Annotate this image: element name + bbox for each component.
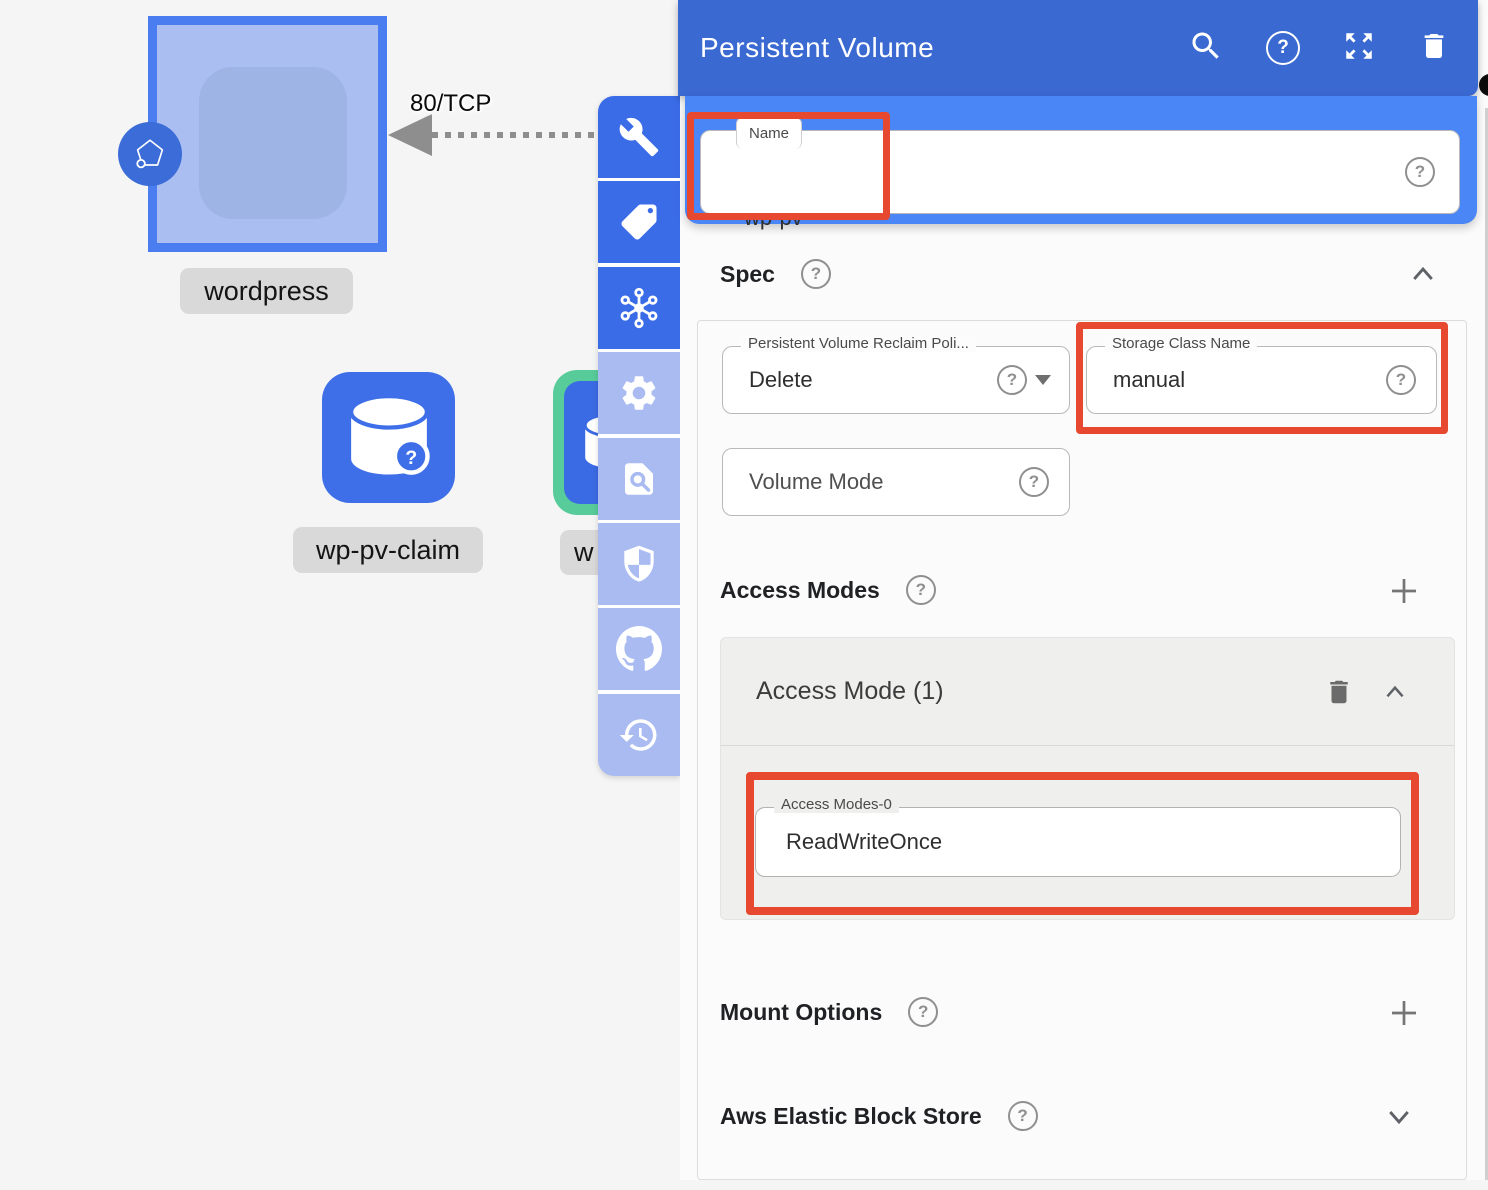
chevron-up-icon bbox=[1382, 681, 1408, 703]
spec-section-title: Spec bbox=[720, 261, 775, 288]
node-wordpress-inner bbox=[199, 67, 347, 219]
trash-icon bbox=[1418, 29, 1450, 63]
history-tool-button[interactable] bbox=[598, 694, 680, 776]
name-field-highlight bbox=[687, 112, 890, 220]
volume-mode-input[interactable]: Volume Mode ? bbox=[722, 448, 1070, 516]
shield-icon bbox=[618, 543, 660, 585]
storage-class-value: manual bbox=[1113, 347, 1185, 413]
edge-dotted-line bbox=[432, 132, 598, 138]
search-button[interactable] bbox=[1188, 28, 1224, 69]
hub-tool-button[interactable] bbox=[598, 267, 680, 349]
access-mode-card-title: Access Mode (1) bbox=[756, 677, 944, 706]
history-icon bbox=[618, 714, 660, 756]
hub-icon bbox=[617, 286, 661, 330]
help-icon[interactable]: ? bbox=[1386, 365, 1416, 395]
help-icon[interactable]: ? bbox=[1405, 157, 1435, 187]
edge-arrowhead-icon bbox=[388, 114, 432, 156]
storage-class-input[interactable]: Storage Class Name manual ? bbox=[1086, 346, 1437, 414]
node-wordpress[interactable] bbox=[148, 16, 387, 252]
help-icon[interactable]: ? bbox=[1019, 467, 1049, 497]
gear-tool-button[interactable] bbox=[598, 352, 680, 434]
node-wp-pv-claim[interactable]: ? bbox=[322, 372, 455, 503]
trash-icon bbox=[1324, 676, 1354, 708]
delete-access-mode-button[interactable] bbox=[1324, 638, 1354, 745]
add-access-mode-button[interactable] bbox=[1386, 573, 1422, 614]
help-icon[interactable]: ? bbox=[908, 997, 938, 1027]
help-button[interactable]: ? bbox=[1266, 31, 1300, 65]
mount-options-section-title: Mount Options bbox=[720, 999, 882, 1026]
delete-resource-button[interactable] bbox=[1418, 29, 1450, 68]
tag-tool-button[interactable] bbox=[598, 181, 680, 263]
app-root: wordpress 80/TCP ? wp-pv-claim bbox=[0, 0, 1488, 1190]
spec-collapse-button[interactable] bbox=[1408, 261, 1438, 292]
access-mode-card: Access Mode (1) Access Modes-0 ReadWrite… bbox=[720, 637, 1455, 920]
panel-scrollbar[interactable] bbox=[1485, 108, 1488, 1180]
expand-icon bbox=[1342, 29, 1376, 63]
reclaim-policy-value: Delete bbox=[749, 347, 813, 413]
node-label-wp-pv-claim: wp-pv-claim bbox=[293, 527, 483, 573]
node-label-wordpress: wordpress bbox=[180, 268, 353, 314]
access-modes-section-title: Access Modes bbox=[720, 577, 880, 604]
volume-mode-label: Volume Mode bbox=[749, 449, 884, 515]
chevron-down-icon bbox=[1384, 1104, 1414, 1130]
help-icon[interactable]: ? bbox=[1008, 1101, 1038, 1131]
help-icon[interactable]: ? bbox=[801, 259, 831, 289]
aws-ebs-section-title: Aws Elastic Block Store bbox=[720, 1103, 982, 1130]
reclaim-policy-select[interactable]: Persistent Volume Reclaim Poli... Delete… bbox=[722, 346, 1070, 414]
dropdown-caret-icon bbox=[1035, 375, 1051, 385]
aws-ebs-expand-button[interactable] bbox=[1384, 1104, 1414, 1135]
database-icon: ? bbox=[341, 391, 437, 485]
tag-icon bbox=[618, 201, 660, 243]
panel-header: Persistent Volume ? bbox=[678, 0, 1478, 96]
pod-pentagon-icon bbox=[118, 122, 182, 186]
search-document-tool-button[interactable] bbox=[598, 438, 680, 520]
plus-icon bbox=[1386, 995, 1422, 1031]
wrench-icon bbox=[618, 116, 660, 158]
github-icon bbox=[616, 626, 662, 672]
hidden-label-text: w bbox=[574, 537, 594, 568]
side-toolbar bbox=[598, 96, 680, 776]
add-mount-option-button[interactable] bbox=[1386, 995, 1422, 1036]
expand-button[interactable] bbox=[1342, 29, 1376, 68]
access-modes-0-input[interactable]: Access Modes-0 ReadWriteOnce bbox=[755, 807, 1401, 877]
access-mode-card-header[interactable]: Access Mode (1) bbox=[721, 638, 1454, 746]
gear-icon bbox=[618, 372, 660, 414]
svg-text:?: ? bbox=[405, 447, 417, 469]
access-modes-0-value: ReadWriteOnce bbox=[786, 808, 942, 876]
edge-label: 80/TCP bbox=[410, 90, 491, 118]
claim-label-text: wp-pv-claim bbox=[316, 535, 460, 566]
panel-title: Persistent Volume bbox=[700, 32, 934, 64]
access-mode-collapse-button[interactable] bbox=[1382, 638, 1408, 745]
wrench-tool-button[interactable] bbox=[598, 96, 680, 178]
plus-icon bbox=[1386, 573, 1422, 609]
help-icon[interactable]: ? bbox=[906, 575, 936, 605]
shield-tool-button[interactable] bbox=[598, 523, 680, 605]
search-icon bbox=[1188, 28, 1224, 64]
help-icon[interactable]: ? bbox=[997, 365, 1027, 395]
search-document-icon bbox=[618, 458, 660, 500]
wordpress-label-text: wordpress bbox=[204, 276, 329, 307]
github-tool-button[interactable] bbox=[598, 608, 680, 690]
chevron-up-icon bbox=[1408, 261, 1438, 287]
